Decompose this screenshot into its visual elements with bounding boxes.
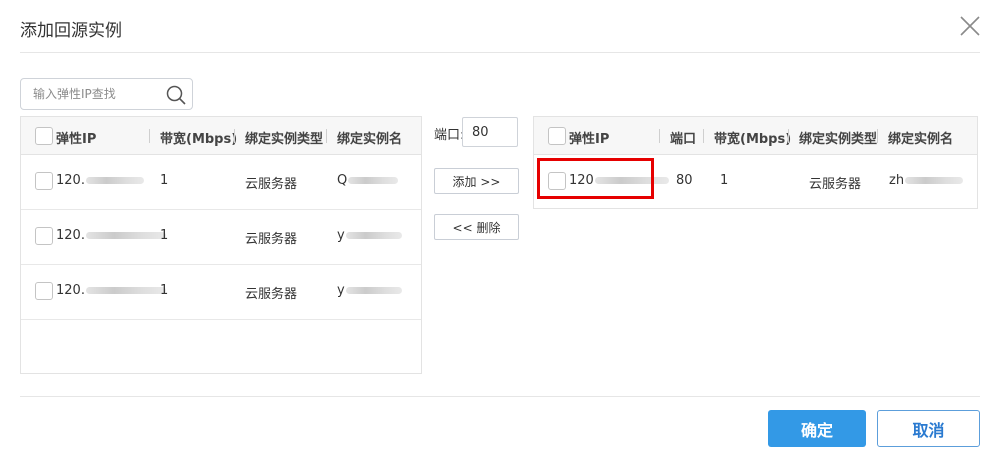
column-header-bandwidth: 带宽(Mbps) bbox=[160, 132, 238, 147]
instance-type: 云服务器 bbox=[809, 177, 862, 192]
column-divider bbox=[703, 129, 704, 143]
table-row[interactable]: 120. 1 云服务器 y bbox=[21, 209, 421, 265]
ip-address: 120. bbox=[56, 283, 85, 298]
confirm-button[interactable]: 确定 bbox=[768, 410, 866, 447]
search-icon[interactable] bbox=[165, 84, 187, 106]
column-header-bandwidth: 带宽(Mbps) bbox=[714, 132, 792, 147]
column-divider bbox=[788, 129, 789, 143]
redacted-text bbox=[348, 177, 399, 184]
select-all-checkbox[interactable] bbox=[548, 127, 566, 145]
port-label: 端口: bbox=[434, 128, 465, 143]
redacted-text bbox=[85, 287, 166, 294]
select-all-checkbox[interactable] bbox=[35, 127, 53, 145]
column-divider bbox=[326, 129, 327, 143]
instance-type: 云服务器 bbox=[245, 287, 298, 302]
redacted-text bbox=[905, 177, 964, 184]
instance-name: zh bbox=[889, 173, 905, 188]
dialog-title: 添加回源实例 bbox=[20, 21, 122, 41]
cancel-button[interactable]: 取消 bbox=[877, 410, 980, 447]
column-divider bbox=[659, 129, 660, 143]
port-input[interactable] bbox=[463, 118, 517, 146]
row-checkbox[interactable] bbox=[35, 227, 53, 245]
table-row[interactable]: 120. 1 云服务器 y bbox=[21, 264, 421, 320]
bandwidth-value: 1 bbox=[160, 228, 169, 243]
redacted-text bbox=[345, 232, 402, 239]
bandwidth-value: 1 bbox=[160, 173, 169, 188]
footer-divider bbox=[20, 396, 980, 397]
column-header-ip: 弹性IP bbox=[56, 132, 97, 147]
column-header-ip: 弹性IP bbox=[569, 132, 610, 147]
redacted-text bbox=[85, 177, 144, 184]
header-divider bbox=[20, 52, 980, 53]
column-header-instance-type: 绑定实例类型 bbox=[799, 132, 878, 147]
table-header: 弹性IP 端口 带宽(Mbps) 绑定实例类型 绑定实例名 bbox=[534, 117, 977, 155]
instance-name: y bbox=[337, 228, 345, 243]
column-header-instance-name: 绑定实例名 bbox=[888, 132, 954, 147]
column-header-instance-type: 绑定实例类型 bbox=[245, 132, 324, 147]
remove-button[interactable]: << 删除 bbox=[434, 214, 519, 240]
search-box bbox=[20, 78, 193, 110]
bandwidth-value: 1 bbox=[160, 283, 169, 298]
column-header-instance-name: 绑定实例名 bbox=[337, 132, 403, 147]
instance-name: Q bbox=[337, 173, 348, 188]
row-checkbox[interactable] bbox=[35, 172, 53, 190]
ip-address: 120. bbox=[56, 228, 85, 243]
bandwidth-value: 1 bbox=[720, 173, 729, 188]
column-header-port: 端口 bbox=[670, 132, 697, 147]
instance-type: 云服务器 bbox=[245, 177, 298, 192]
table-row[interactable]: 120. 1 云服务器 Q bbox=[21, 154, 421, 210]
redacted-text bbox=[85, 232, 166, 239]
redacted-text bbox=[345, 287, 402, 294]
column-divider bbox=[149, 129, 150, 143]
table-header: 弹性IP 带宽(Mbps) 绑定实例类型 绑定实例名 bbox=[21, 117, 421, 155]
column-divider bbox=[234, 129, 235, 143]
add-button[interactable]: 添加 >> bbox=[434, 168, 519, 194]
ip-address: 120. bbox=[56, 173, 85, 188]
search-input[interactable] bbox=[22, 80, 173, 108]
available-ip-table: 弹性IP 带宽(Mbps) 绑定实例类型 绑定实例名 120. 1 云服务器 Q… bbox=[20, 116, 422, 374]
instance-type: 云服务器 bbox=[245, 232, 298, 247]
row-checkbox[interactable] bbox=[35, 282, 53, 300]
instance-name: y bbox=[337, 283, 345, 298]
column-divider bbox=[877, 129, 878, 143]
close-icon[interactable] bbox=[958, 14, 982, 38]
port-field bbox=[462, 117, 518, 147]
highlight-box bbox=[537, 158, 654, 199]
port-value: 80 bbox=[676, 173, 693, 188]
